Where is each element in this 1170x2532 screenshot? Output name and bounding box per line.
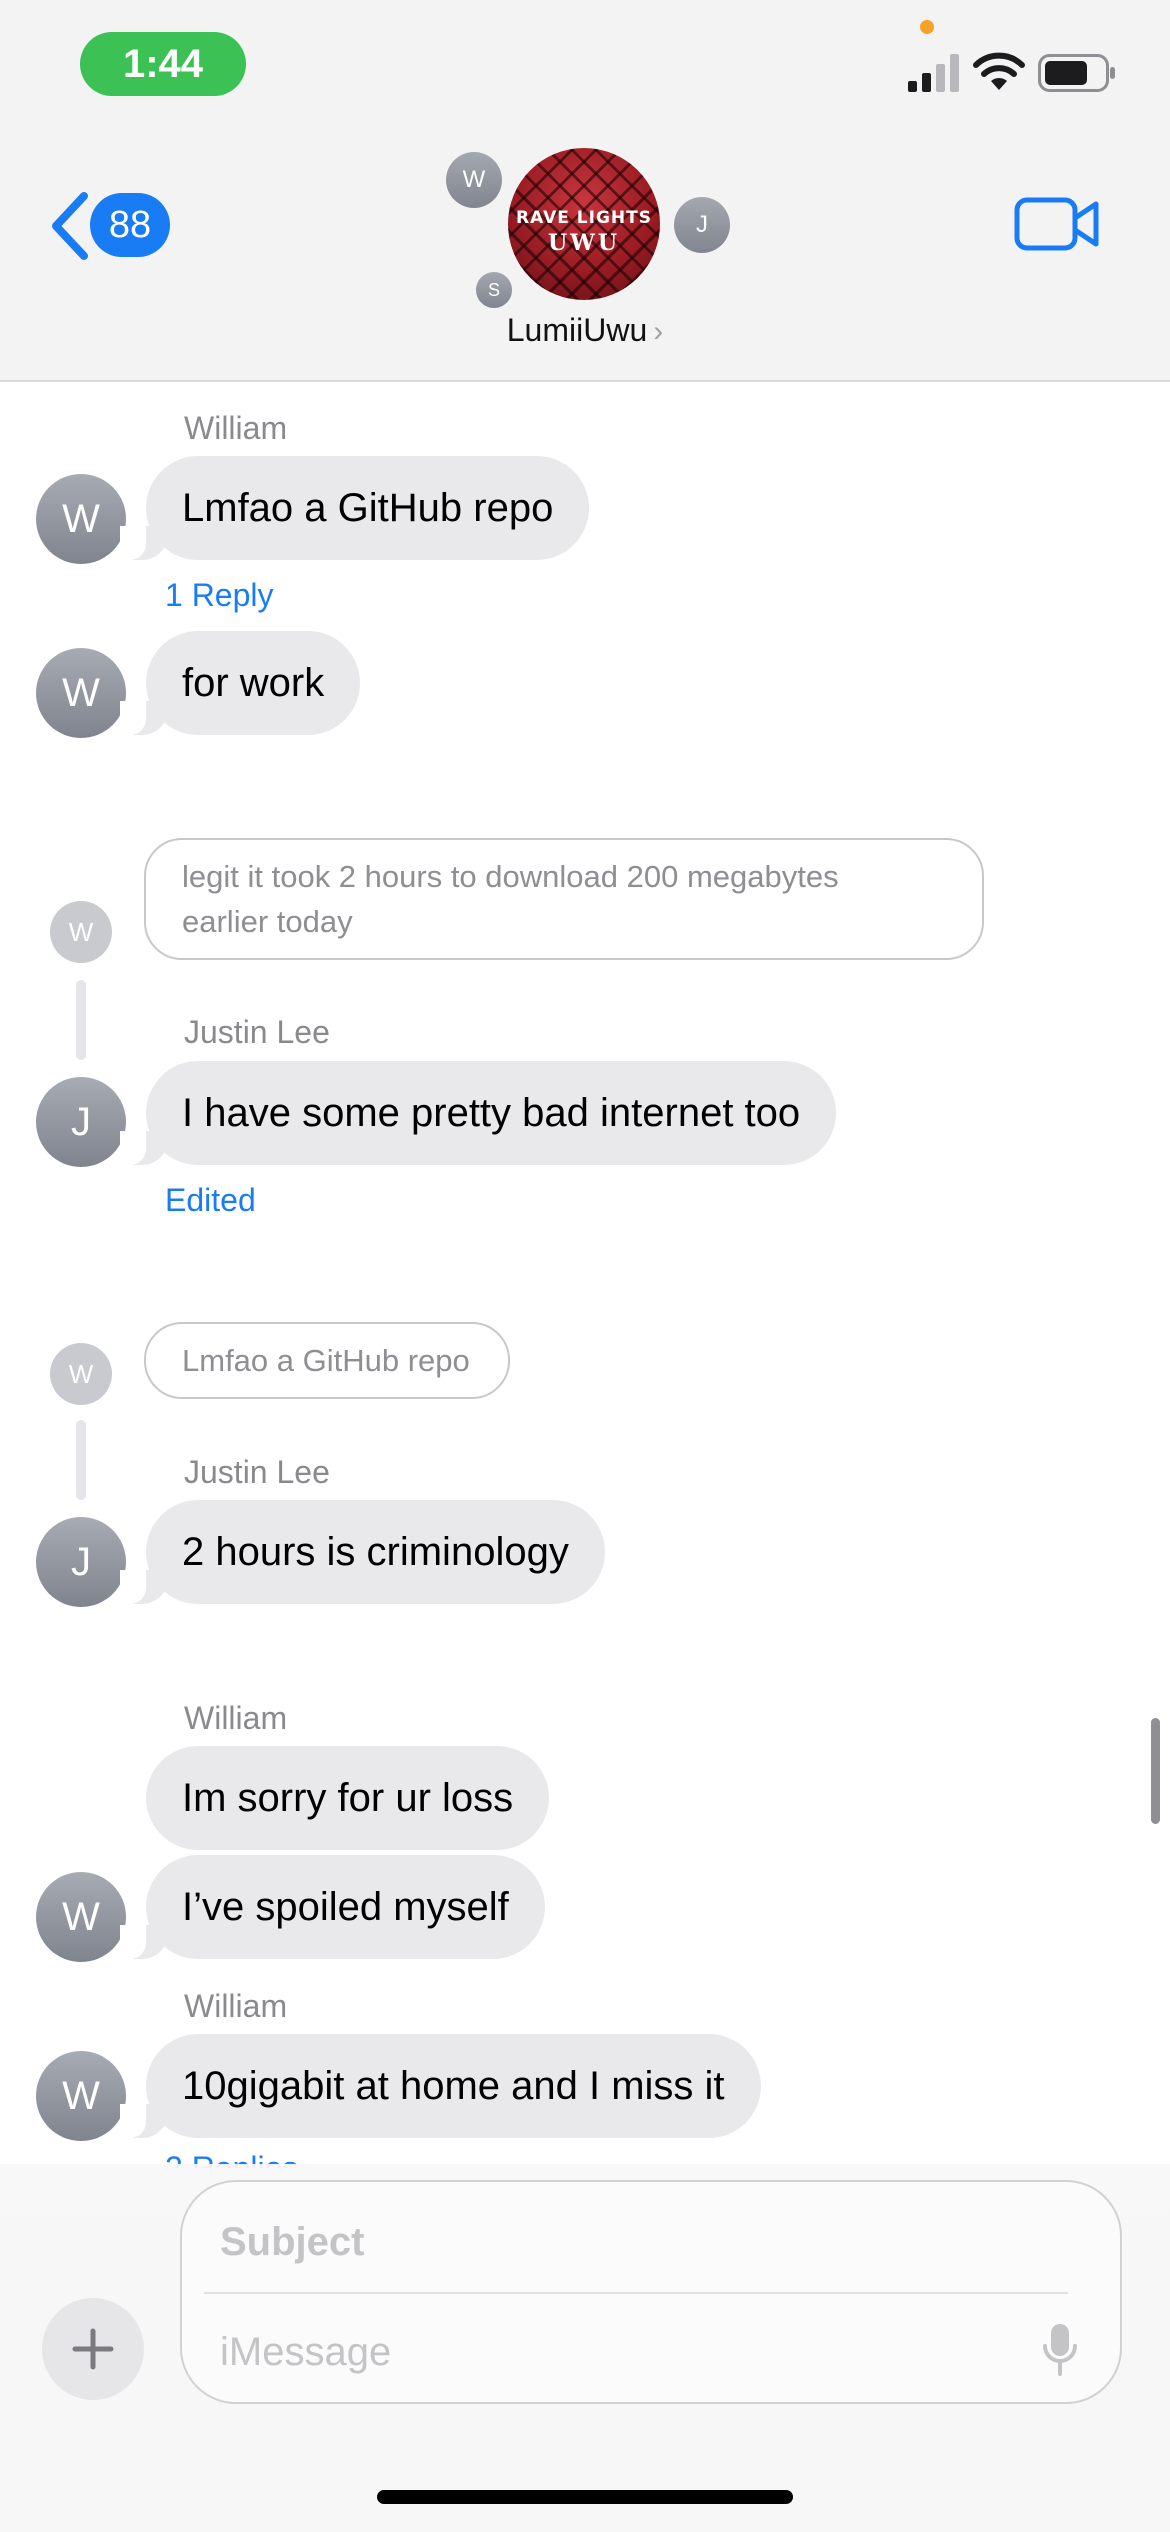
quoted-text: Lmfao a GitHub repo [182,1343,470,1378]
avatar[interactable]: W [36,474,126,564]
group-photo-logo-bottom: UWU [547,230,621,256]
privacy-indicator-dot [920,20,934,34]
chevron-right-icon: › [653,315,664,348]
sender-name: William [184,1700,288,1736]
message-bubble[interactable]: 2 hours is criminology [120,1500,605,1604]
avatar[interactable]: J [36,1077,126,1167]
wifi-icon [973,52,1025,90]
member-avatar-j[interactable]: J [674,197,730,253]
sender-name: William [184,1988,288,2024]
status-time[interactable]: 1:44 [80,32,246,96]
subject-input[interactable]: Subject [220,2212,1040,2272]
message-bubble[interactable]: Lmfao a GitHub repo [119,456,590,560]
scroll-indicator[interactable] [1151,1718,1160,1824]
quoted-message[interactable]: legit it took 2 hours to download 200 me… [144,838,984,960]
quoted-text-line-2: earlier today [182,904,353,939]
thread-line [76,980,86,1060]
cellular-signal-icon [908,54,959,92]
video-call-icon[interactable] [1014,196,1100,252]
compose-divider [204,2292,1068,2294]
quoted-avatar: W [50,901,112,963]
thread-line [76,1420,86,1500]
battery-icon [1038,54,1115,92]
avatar[interactable]: J [36,1517,126,1607]
group-name-button[interactable]: LumiiUwu › [420,312,750,349]
quoted-message[interactable]: Lmfao a GitHub repo [144,1322,510,1399]
microphone-icon[interactable] [1042,2322,1078,2378]
message-bubble[interactable]: 10gigabit at home and I miss it [120,2034,761,2138]
quoted-avatar: W [50,1343,112,1405]
compose-box[interactable]: Subject iMessage [180,2180,1122,2404]
reply-count-link[interactable]: 1 Reply [165,577,274,614]
conversation-header: 1:44 88 W S RAVE LIGHTS UWU J LumiiUwu › [0,0,1170,382]
edited-label[interactable]: Edited [165,1182,256,1219]
group-photo-logo-top: RAVE LIGHTS [516,208,652,228]
sender-name: Justin Lee [184,1014,330,1050]
sender-name: William [184,410,288,446]
home-indicator[interactable] [377,2490,793,2504]
quoted-text-line-1: legit it took 2 hours to download 200 me… [182,859,839,894]
message-bubble[interactable]: I’ve spoiled myself [120,1855,545,1959]
unread-count-badge[interactable]: 88 [90,193,170,257]
message-input[interactable]: iMessage [220,2322,1000,2382]
message-bubble[interactable]: I have some pretty bad internet too [119,1061,837,1165]
back-chevron-icon[interactable] [46,190,92,262]
avatar[interactable]: W [36,2051,126,2141]
plus-icon [72,2328,114,2370]
member-avatar-w[interactable]: W [446,152,502,208]
group-photo[interactable]: RAVE LIGHTS UWU [508,148,660,300]
apps-plus-button[interactable] [42,2298,144,2400]
message-bubble[interactable]: for work [119,631,361,735]
avatar[interactable]: W [36,1872,126,1962]
avatar[interactable]: W [36,648,126,738]
group-name: LumiiUwu [506,312,648,348]
message-bubble[interactable]: Im sorry for ur loss [146,1746,550,1850]
sender-name: Justin Lee [184,1454,330,1490]
